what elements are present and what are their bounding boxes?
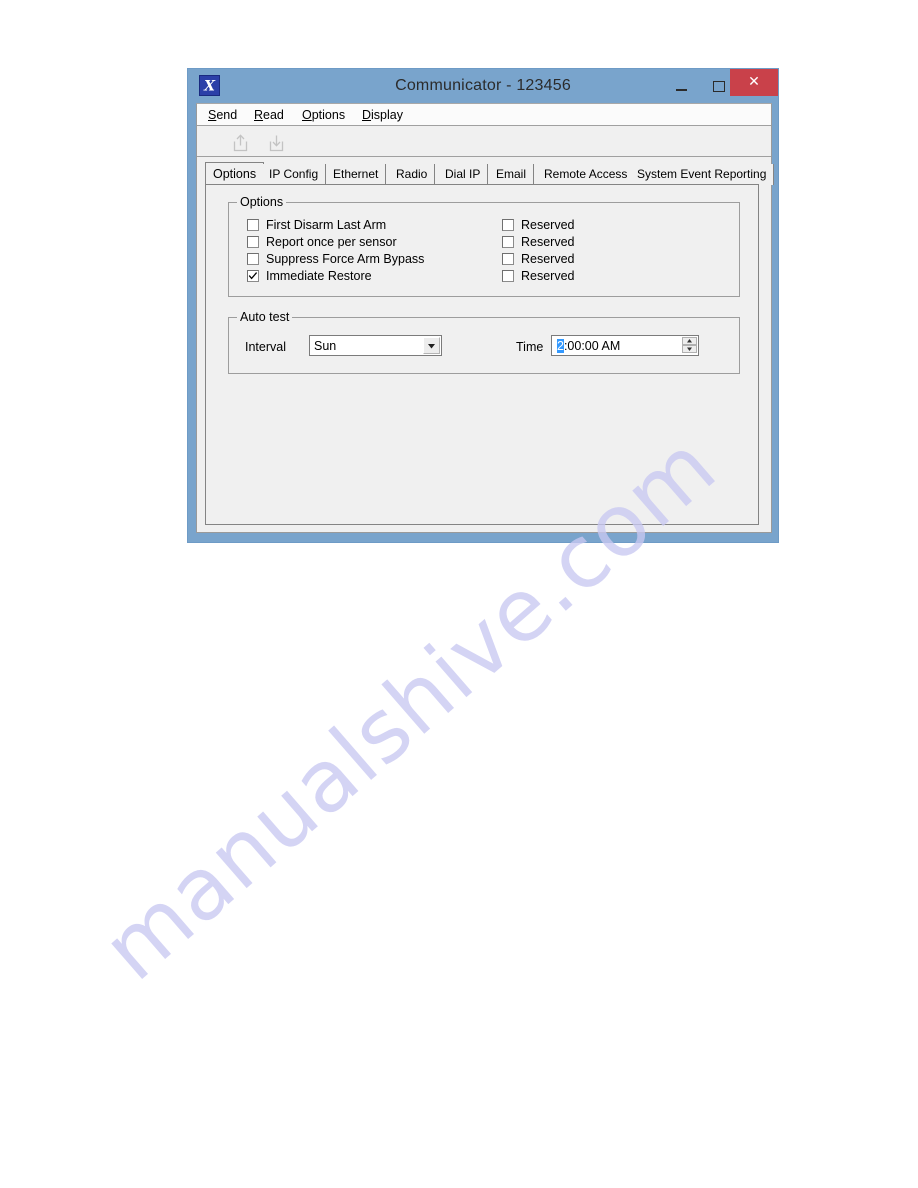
autotest-groupbox: Auto test Interval Sun Time 2:00:00 AM [228, 310, 740, 374]
checkbox-box-icon [247, 253, 259, 265]
menu-accel-display: D [362, 108, 372, 122]
time-stepper[interactable] [682, 337, 697, 354]
chevron-down-icon[interactable] [423, 337, 440, 354]
checkbox-label: Reserved [521, 269, 575, 283]
checkbox-label: Reserved [521, 218, 575, 232]
menu-item-options[interactable]: Options [297, 106, 350, 124]
menu-item-read[interactable]: Read [249, 106, 289, 124]
tab-dial-ip[interactable]: Dial IP [438, 164, 489, 185]
menu-bar: Send Read Options Display [197, 104, 771, 126]
checkbox-label: Immediate Restore [266, 269, 372, 283]
maximize-icon [713, 81, 725, 92]
checkbox-box-icon [502, 236, 514, 248]
tab-strip: Options IP Config Ethernet Radio Dial IP… [205, 162, 775, 185]
tab-radio[interactable]: Radio [389, 164, 436, 185]
close-icon: ✕ [748, 74, 760, 90]
tab-email[interactable]: Email [489, 164, 535, 185]
checkbox-box-checked-icon [247, 270, 259, 282]
application-window: X Communicator - 123456 ✕ Send Read Opti… [187, 68, 779, 543]
title-bar: X Communicator - 123456 ✕ [188, 69, 778, 103]
menu-label-display: isplay [371, 108, 403, 122]
checkbox-box-icon [247, 236, 259, 248]
checkbox-label: Reserved [521, 252, 575, 266]
upload-arrow-icon[interactable] [227, 129, 253, 154]
close-button[interactable]: ✕ [730, 69, 778, 96]
time-input[interactable]: 2:00:00 AM [551, 335, 699, 356]
interval-dropdown[interactable]: Sun [309, 335, 442, 356]
checkbox-label: First Disarm Last Arm [266, 218, 387, 232]
menu-item-send[interactable]: Send [203, 106, 242, 124]
minimize-button[interactable] [660, 69, 702, 96]
stepper-up-icon[interactable] [682, 337, 697, 345]
window-client-area: Send Read Options Display Options IP Con… [196, 103, 775, 533]
checkbox-box-icon [502, 219, 514, 231]
menu-item-display[interactable]: Display [357, 106, 408, 124]
checkbox-box-icon [247, 219, 259, 231]
tab-options[interactable]: Options [205, 162, 265, 185]
checkbox-label: Reserved [521, 235, 575, 249]
checkbox-label: Report once per sensor [266, 235, 397, 249]
tab-remote-access[interactable]: Remote Access [537, 164, 636, 185]
menu-label-options: ptions [311, 108, 346, 122]
menu-label-send: end [216, 108, 238, 122]
checkbox-box-icon [502, 253, 514, 265]
download-arrow-icon[interactable] [263, 129, 289, 154]
stepper-down-icon[interactable] [682, 345, 697, 353]
menu-label-read: ead [263, 108, 284, 122]
time-selected-segment: 2 [557, 339, 564, 353]
interval-selected-value: Sun [314, 339, 337, 353]
time-remaining-segment: :00:00 AM [563, 339, 621, 353]
tab-panel-options: Options First Disarm Last Arm Report onc… [205, 184, 759, 525]
checkbox-box-icon [502, 270, 514, 282]
interval-label: Interval [245, 340, 286, 354]
options-groupbox: Options First Disarm Last Arm Report onc… [228, 195, 740, 297]
menu-accel-read: R [254, 108, 264, 122]
options-group-legend: Options [237, 195, 287, 209]
minimize-icon [675, 88, 687, 91]
checkbox-label: Suppress Force Arm Bypass [266, 252, 425, 266]
tab-system-event-reporting[interactable]: System Event Reporting [630, 164, 775, 185]
time-value: 2:00:00 AM [557, 338, 620, 354]
time-label: Time [516, 340, 544, 354]
toolbar [197, 126, 771, 157]
autotest-group-legend: Auto test [237, 310, 293, 324]
menu-accel-options: O [302, 108, 312, 122]
tab-ip-config[interactable]: IP Config [262, 164, 327, 185]
tab-ethernet[interactable]: Ethernet [326, 164, 387, 185]
